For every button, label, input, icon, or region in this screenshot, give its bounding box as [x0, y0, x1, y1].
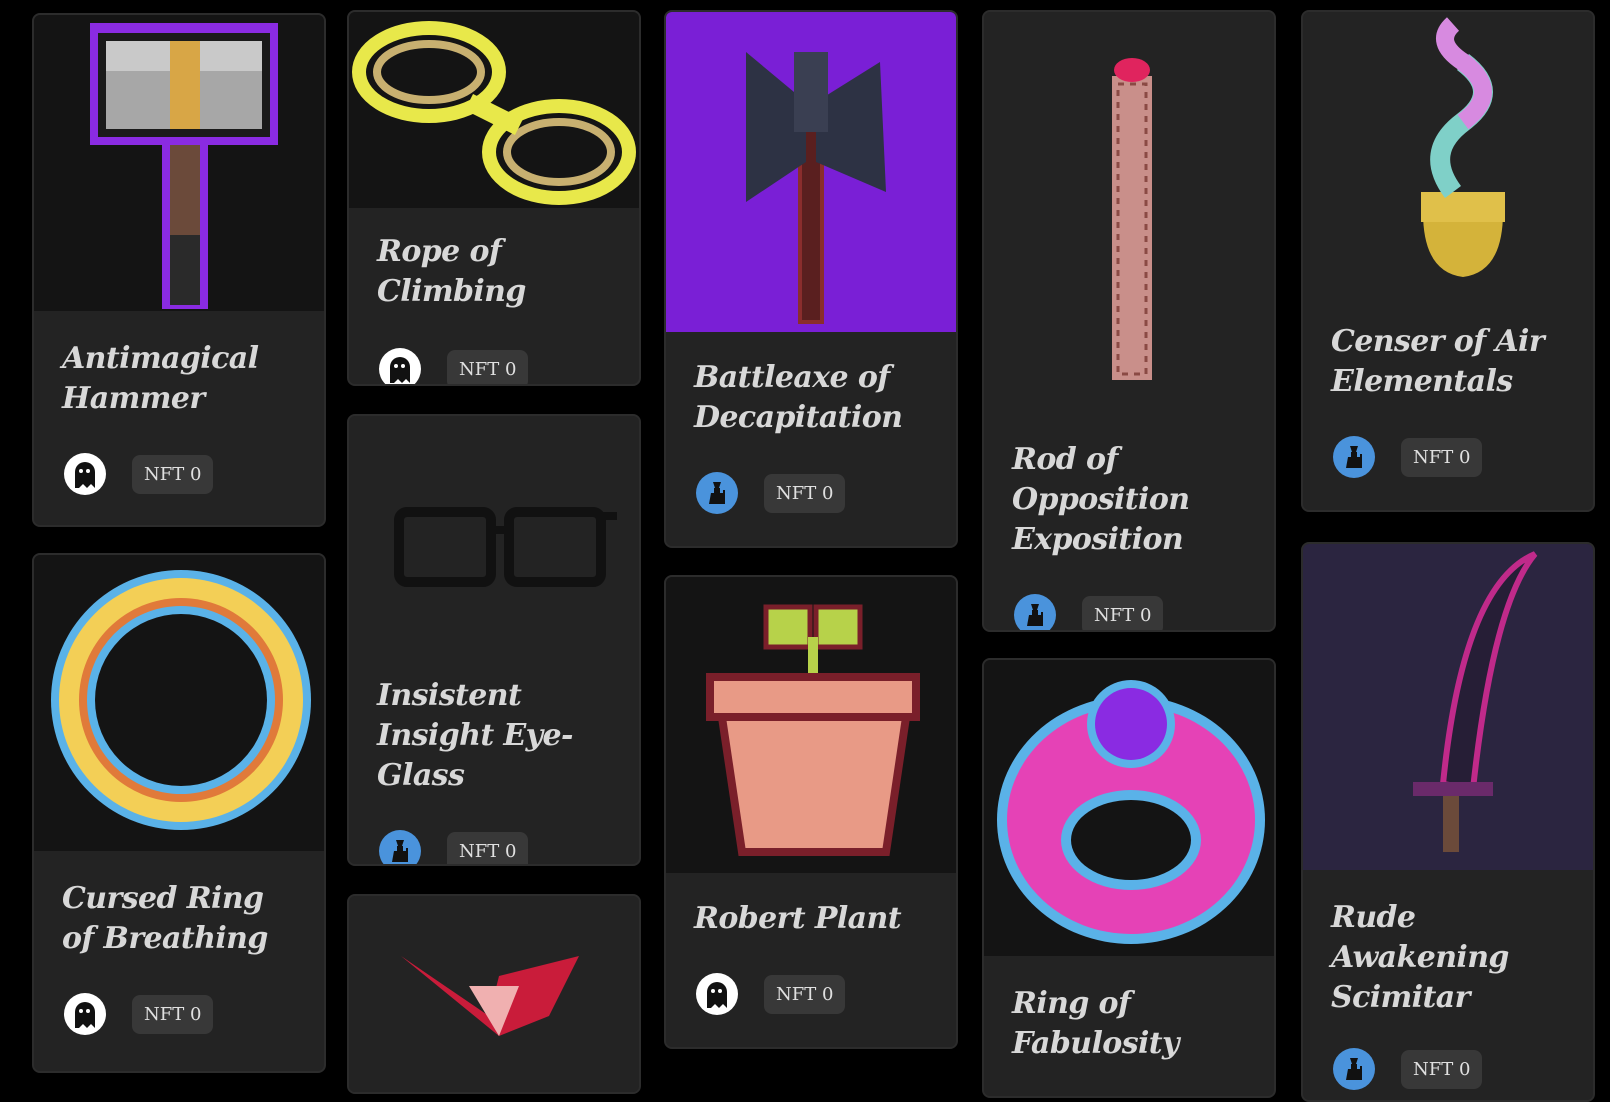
item-title: Robert Plant: [694, 901, 902, 936]
ghost-icon[interactable]: [64, 453, 106, 495]
item-title: Rod of Opposition Exposition: [1012, 442, 1190, 557]
item-title: Cursed Ring of Breathing: [62, 881, 268, 956]
item-title: Battleaxe of Decapitation: [694, 360, 903, 435]
nft-badge: NFT 0: [132, 994, 214, 1034]
item-card-antimagical-hammer[interactable]: Antimagical Hammer NFT 0: [32, 13, 326, 527]
nft-badge: NFT 0: [447, 831, 529, 864]
item-card-cursed-ring-of-breathing[interactable]: Cursed Ring of Breathing NFT 0: [32, 553, 326, 1073]
nft-badge: NFT 0: [132, 454, 214, 494]
item-card-ring-of-fabulosity[interactable]: Ring of Fabulosity: [982, 658, 1276, 1098]
item-card-partial[interactable]: [347, 894, 641, 1094]
item-card-rod-of-opposition-exposition[interactable]: Rod of Opposition Exposition NFT 0: [982, 10, 1276, 632]
wizard-icon[interactable]: [379, 830, 421, 864]
item-title: Ring of Fabulosity: [1012, 986, 1179, 1061]
item-image: [34, 15, 324, 311]
nft-badge: NFT 0: [1401, 1049, 1483, 1089]
item-image: [349, 896, 639, 1092]
nft-badge: NFT 0: [764, 473, 846, 513]
item-title: Censer of Air Elementals: [1331, 324, 1545, 399]
item-grid: Antimagical Hammer NFT 0 Rope of Climbin…: [0, 0, 1610, 1102]
ghost-icon[interactable]: [696, 973, 738, 1015]
wizard-icon[interactable]: [1014, 594, 1056, 630]
item-title: Rude Awakening Scimitar: [1331, 900, 1509, 1015]
nft-badge: NFT 0: [1082, 595, 1164, 630]
item-image: [666, 577, 956, 873]
item-card-censer-of-air-elementals[interactable]: Censer of Air Elementals NFT 0: [1301, 10, 1595, 512]
item-card-insistent-insight-eye-glass[interactable]: Insistent Insight Eye-Glass NFT 0: [347, 414, 641, 866]
item-image: [349, 416, 639, 652]
item-image: [666, 12, 956, 332]
nft-badge: NFT 0: [1401, 437, 1483, 477]
item-image: [1303, 544, 1593, 870]
item-image: [349, 12, 639, 208]
item-title: Antimagical Hammer: [62, 341, 259, 416]
ghost-icon[interactable]: [64, 993, 106, 1035]
ghost-icon[interactable]: [379, 348, 421, 384]
item-card-robert-plant[interactable]: Robert Plant NFT 0: [664, 575, 958, 1049]
wizard-icon[interactable]: [1333, 436, 1375, 478]
item-title: Insistent Insight Eye-Glass: [377, 678, 573, 793]
item-image: [34, 555, 324, 851]
item-image: [984, 12, 1274, 416]
wizard-icon[interactable]: [1333, 1048, 1375, 1090]
nft-badge: NFT 0: [764, 974, 846, 1014]
item-image: [1303, 12, 1593, 300]
item-card-rope-of-climbing[interactable]: Rope of Climbing NFT 0: [347, 10, 641, 386]
item-title: Rope of Climbing: [377, 234, 526, 309]
item-card-battleaxe-of-decapitation[interactable]: Battleaxe of Decapitation NFT 0: [664, 10, 958, 548]
item-card-rude-awakening-scimitar[interactable]: Rude Awakening Scimitar NFT 0: [1301, 542, 1595, 1102]
wizard-icon[interactable]: [696, 472, 738, 514]
item-image: [984, 660, 1274, 956]
nft-badge: NFT 0: [447, 349, 529, 384]
